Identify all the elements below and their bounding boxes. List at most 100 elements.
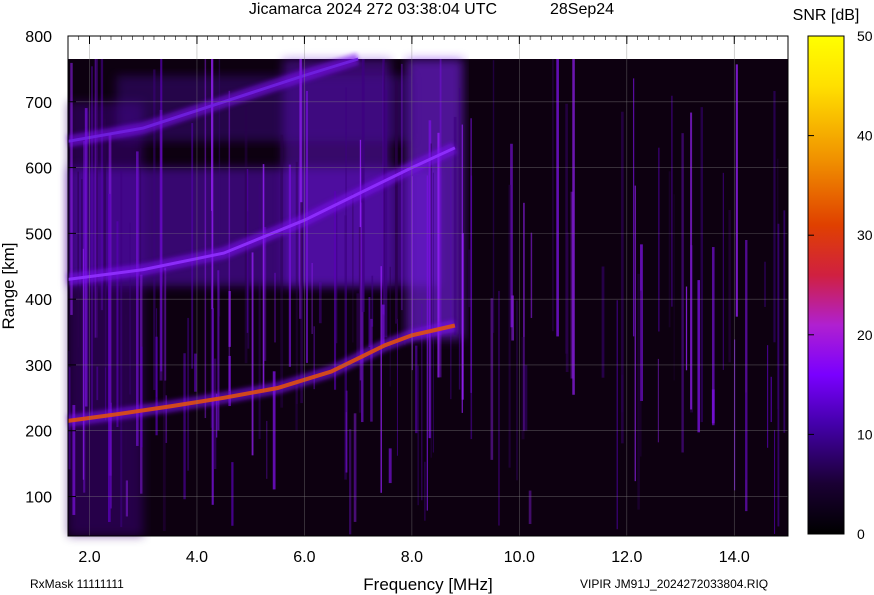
x-tick-label: 4.0	[186, 549, 208, 566]
noise-streak	[777, 223, 780, 527]
noise-streak	[263, 227, 267, 361]
noise-streak	[516, 300, 518, 481]
noise-streak	[774, 430, 776, 534]
noise-streak	[552, 59, 554, 332]
noise-streak	[231, 462, 234, 526]
y-tick-label: 100	[25, 490, 52, 507]
noise-streak	[194, 353, 197, 392]
noise-streak	[183, 353, 186, 500]
noise-streak	[461, 232, 464, 400]
noise-streak	[91, 66, 93, 419]
noise-streak	[744, 392, 747, 480]
noise-streak	[244, 106, 248, 364]
noise-streak	[668, 171, 671, 328]
noise-streak	[295, 161, 298, 404]
noise-streak	[395, 80, 398, 324]
noise-streak	[368, 296, 371, 348]
noise-streak	[426, 175, 428, 511]
noise-streak	[274, 272, 276, 343]
noise-streak	[84, 108, 88, 407]
noise-streak	[140, 346, 143, 448]
noise-streak	[103, 118, 107, 368]
colorbar	[807, 35, 845, 535]
x-tick-label: 8.0	[401, 549, 423, 566]
noise-streak	[311, 262, 313, 334]
y-tick-label: 400	[25, 292, 52, 309]
noise-streak	[251, 252, 254, 456]
noise-streak	[415, 345, 418, 434]
noise-streak	[349, 429, 352, 535]
noise-streak	[352, 193, 354, 343]
y-axis-label: Range [km]	[0, 243, 18, 330]
noise-streak	[280, 134, 284, 408]
noise-streak	[468, 249, 471, 308]
noise-streak	[783, 210, 786, 433]
y-tick-label: 700	[25, 95, 52, 112]
noise-streak	[621, 374, 624, 413]
chart-title: Jicamarca 2024 272 03:38:04 UTC	[249, 1, 497, 18]
noise-streak	[492, 60, 495, 333]
noise-streak	[354, 449, 357, 501]
noise-streak	[530, 232, 533, 318]
noise-streak	[712, 247, 715, 426]
noise-streak	[634, 185, 636, 482]
noise-streak	[187, 317, 190, 471]
noise-streak	[247, 211, 250, 349]
x-tick-label: 12.0	[611, 549, 642, 566]
noise-streak	[700, 107, 703, 423]
noise-streak	[556, 59, 559, 337]
noise-streak	[81, 179, 83, 408]
x-tick-label: 6.0	[293, 549, 315, 566]
file-label: VIPIR JM91J_2024272033804.RIQ	[580, 577, 768, 591]
noise-streak	[524, 365, 528, 431]
noise-streak	[388, 448, 392, 484]
noise-streak	[764, 261, 766, 307]
noise-streak	[697, 280, 700, 433]
noise-streak	[125, 480, 129, 517]
noise-streak	[766, 345, 769, 448]
noise-streak	[96, 366, 99, 401]
noise-streak	[728, 209, 731, 363]
noise-streak	[116, 221, 119, 427]
y-tick-label: 600	[25, 161, 52, 178]
noise-streak	[470, 175, 473, 440]
noise-streak	[358, 227, 361, 413]
noise-streak	[400, 63, 403, 311]
noise-streak	[159, 109, 163, 381]
noise-streak	[288, 164, 292, 367]
noise-streak	[125, 314, 127, 451]
noise-streak	[458, 88, 461, 390]
noise-streak	[773, 91, 776, 343]
noise-streak	[129, 222, 131, 395]
colorbar-tick-label: 30	[857, 227, 873, 243]
x-tick-label: 10.0	[504, 549, 535, 566]
noise-streak	[384, 89, 388, 338]
noise-streak	[722, 172, 724, 370]
noise-streak	[370, 318, 373, 422]
x-tick-label: 14.0	[719, 549, 750, 566]
colorbar-tick-label: 40	[857, 128, 873, 144]
noise-streak	[258, 183, 261, 440]
noise-streak	[153, 69, 156, 391]
y-tick-label: 800	[25, 29, 52, 46]
noise-streak	[295, 386, 298, 431]
colorbar-tick-label: 50	[857, 28, 873, 44]
noise-streak	[565, 232, 569, 373]
noise-streak	[389, 266, 391, 387]
x-axis-label: Frequency [MHz]	[363, 575, 492, 594]
noise-streak	[528, 490, 532, 524]
noise-streak	[637, 273, 640, 510]
noise-streak	[266, 420, 268, 479]
noise-streak	[508, 184, 511, 468]
ionogram-chart: Jicamarca 2024 272 03:38:04 UTC 28Sep24 …	[0, 1, 873, 594]
noise-streak	[490, 298, 494, 460]
x-tick-label: 2.0	[78, 549, 100, 566]
noise-streak	[437, 132, 440, 378]
noise-streak	[305, 90, 308, 363]
y-tick-label: 500	[25, 226, 52, 243]
noise-streak	[601, 266, 605, 378]
colorbar-label: SNR [dB]	[793, 7, 860, 24]
noise-streak	[671, 95, 673, 307]
colorbar-tick-label: 20	[857, 327, 873, 343]
noise-streak	[511, 295, 514, 341]
